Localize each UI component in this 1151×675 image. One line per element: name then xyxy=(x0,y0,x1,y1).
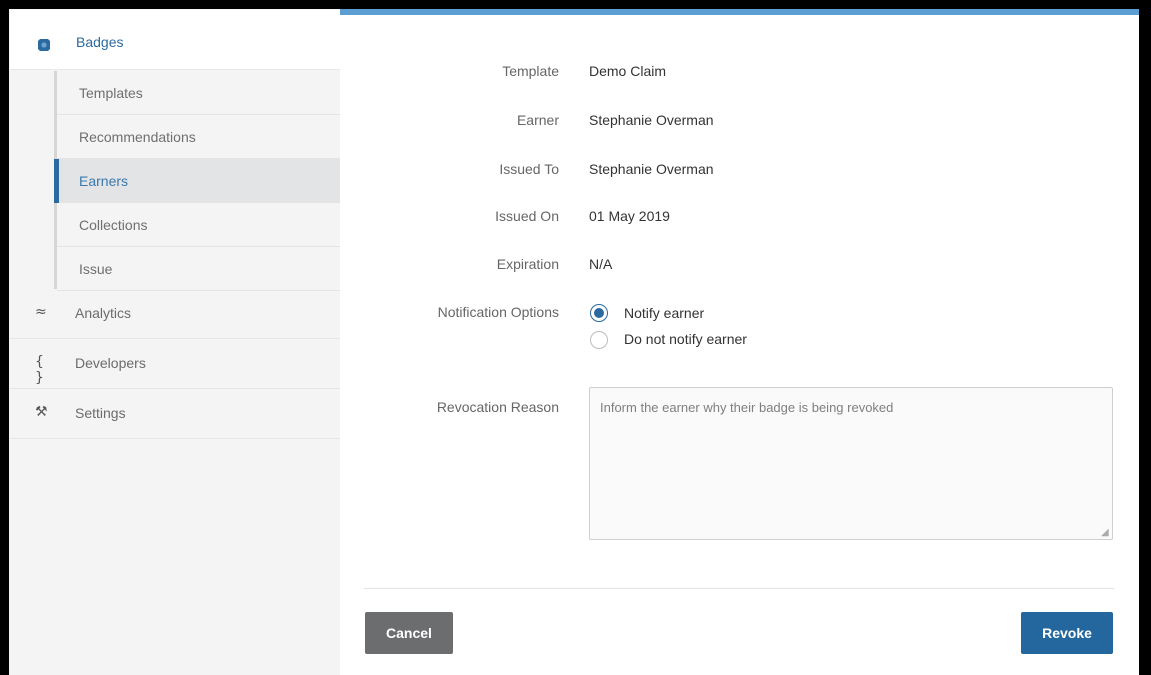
badge-icon xyxy=(38,39,50,51)
sidebar-item-developers[interactable]: { } Developers xyxy=(9,339,340,389)
sidebar-item-earners[interactable]: Earners xyxy=(54,159,340,203)
tools-icon: ⚒ xyxy=(35,404,48,420)
issued-to-row: Issued To xyxy=(340,161,559,181)
revocation-label: Revocation Reason xyxy=(436,399,559,415)
issued-on-value-row: 01 May 2019 xyxy=(589,208,889,228)
expiration-value-row: N/A xyxy=(589,256,889,276)
earner-label: Earner xyxy=(516,112,559,128)
sidebar-item-label: Developers xyxy=(75,355,146,371)
earner-value: Stephanie Overman xyxy=(589,112,714,128)
sidebar-item-label: Badges xyxy=(76,34,124,50)
analytics-icon: ≈ xyxy=(35,304,47,320)
template-row: Template xyxy=(340,63,559,83)
revocation-reason-input[interactable] xyxy=(589,387,1113,540)
notification-label: Notification Options xyxy=(437,304,559,320)
template-value: Demo Claim xyxy=(589,63,667,79)
template-value-row: Demo Claim xyxy=(589,63,889,83)
template-label: Template xyxy=(502,63,559,79)
sidebar-item-label: Analytics xyxy=(75,305,132,321)
issued-to-value-row: Stephanie Overman xyxy=(589,161,889,181)
issued-to-label: Issued To xyxy=(499,161,559,177)
do-not-notify-radio[interactable] xyxy=(590,331,608,349)
cancel-button[interactable]: Cancel xyxy=(365,612,453,654)
sidebar-item-label: Recommendations xyxy=(79,129,196,145)
form-divider xyxy=(364,588,1114,589)
sidebar-item-settings[interactable]: ⚒ Settings xyxy=(9,389,340,439)
window-border-right xyxy=(1139,0,1151,675)
issued-on-row: Issued On xyxy=(340,208,559,228)
sidebar-item-label: Settings xyxy=(75,405,126,421)
resize-grip-icon[interactable]: ◢ xyxy=(1101,528,1111,538)
sidebar-item-label: Earners xyxy=(79,173,129,189)
sidebar-item-templates[interactable]: Templates xyxy=(57,71,340,115)
do-not-notify-label[interactable]: Do not notify earner xyxy=(624,331,747,347)
expiration-value: N/A xyxy=(589,256,613,272)
issued-on-label: Issued On xyxy=(495,208,559,224)
issued-on-value: 01 May 2019 xyxy=(589,208,670,224)
revocation-row: Revocation Reason xyxy=(340,399,559,419)
revoke-button[interactable]: Revoke xyxy=(1021,612,1113,654)
window-border-top xyxy=(0,0,1151,9)
sidebar-item-label: Templates xyxy=(79,85,143,101)
badges-subnav: Templates Recommendations Earners Collec… xyxy=(43,71,340,291)
notify-earner-label[interactable]: Notify earner xyxy=(624,305,704,321)
notify-earner-radio[interactable] xyxy=(590,304,608,322)
window-border-left xyxy=(0,0,9,675)
braces-icon: { } xyxy=(35,354,44,386)
panel-accent-bar xyxy=(340,9,1139,15)
sidebar-item-label: Issue xyxy=(79,261,113,277)
sidebar-item-analytics[interactable]: ≈ Analytics xyxy=(9,289,340,339)
sidebar-item-badges[interactable]: Badges xyxy=(10,10,340,70)
sidebar-item-recommendations[interactable]: Recommendations xyxy=(57,115,340,159)
sidebar-item-issue[interactable]: Issue xyxy=(57,247,340,291)
sidebar-item-collections[interactable]: Collections xyxy=(57,203,340,247)
notification-row: Notification Options xyxy=(340,304,559,324)
expiration-row: Expiration xyxy=(340,256,559,276)
earner-value-row: Stephanie Overman xyxy=(589,112,889,132)
sidebar-item-label: Collections xyxy=(79,217,148,233)
expiration-label: Expiration xyxy=(496,256,559,272)
issued-to-value: Stephanie Overman xyxy=(589,161,714,177)
app-window: Badges Templates Recommendations Earners… xyxy=(0,0,1151,675)
earner-row: Earner xyxy=(340,112,559,132)
